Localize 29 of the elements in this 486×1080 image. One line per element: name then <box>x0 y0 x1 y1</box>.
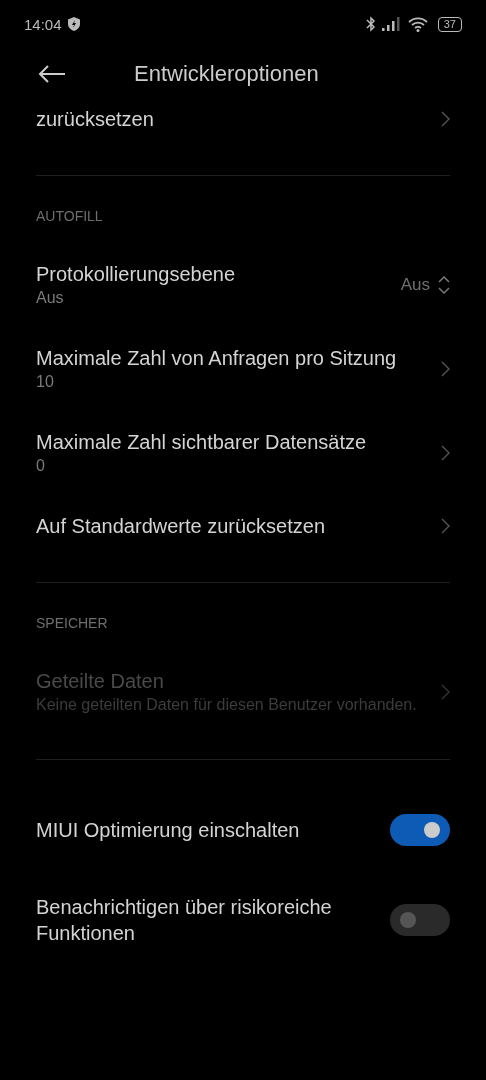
signal-icon <box>381 17 402 31</box>
chevron-right-icon[interactable] <box>441 361 450 377</box>
setting-title[interactable]: Auf Standardwerte zurücksetzen <box>36 513 425 539</box>
selected-value[interactable]: Aus <box>400 275 430 295</box>
shield-icon <box>67 17 80 31</box>
back-arrow-icon[interactable] <box>38 64 66 84</box>
section-heading: SPEICHER <box>36 614 109 633</box>
setting-summary: 0 <box>36 456 46 476</box>
setting-title[interactable]: Benachrichtigen über risikoreiche Funktionen <box>36 894 374 946</box>
setting-title[interactable]: zurücksetzen <box>36 106 425 132</box>
setting-summary: 10 <box>36 372 55 392</box>
toggle-switch[interactable] <box>390 904 450 936</box>
setting-summary: Keine geteilten Daten für diesen Benutzer vorhanden. <box>36 695 418 715</box>
chevron-right-icon[interactable] <box>441 518 450 534</box>
battery-indicator: 37 <box>437 16 462 32</box>
setting-title[interactable]: Maximale Zahl sichtbarer Datensätze <box>36 429 425 455</box>
page-title: Entwickleroptionen <box>134 61 319 87</box>
setting-title[interactable]: Protokollierungsebene <box>36 261 385 287</box>
setting-title[interactable]: Maximale Zahl von Anfragen pro Sitzung <box>36 345 425 371</box>
status-time: 14:04 <box>24 15 62 33</box>
up-down-chevron-icon[interactable] <box>438 276 450 294</box>
setting-summary: Aus <box>36 288 65 308</box>
section-heading: AUTOFILL <box>36 207 104 226</box>
chevron-right-icon[interactable] <box>441 111 450 127</box>
bluetooth-icon <box>365 16 376 32</box>
chevron-right-icon[interactable] <box>441 445 450 461</box>
wifi-icon <box>407 16 428 32</box>
setting-title[interactable]: MIUI Optimierung einschalten <box>36 817 374 843</box>
toggle-switch[interactable] <box>390 814 450 846</box>
